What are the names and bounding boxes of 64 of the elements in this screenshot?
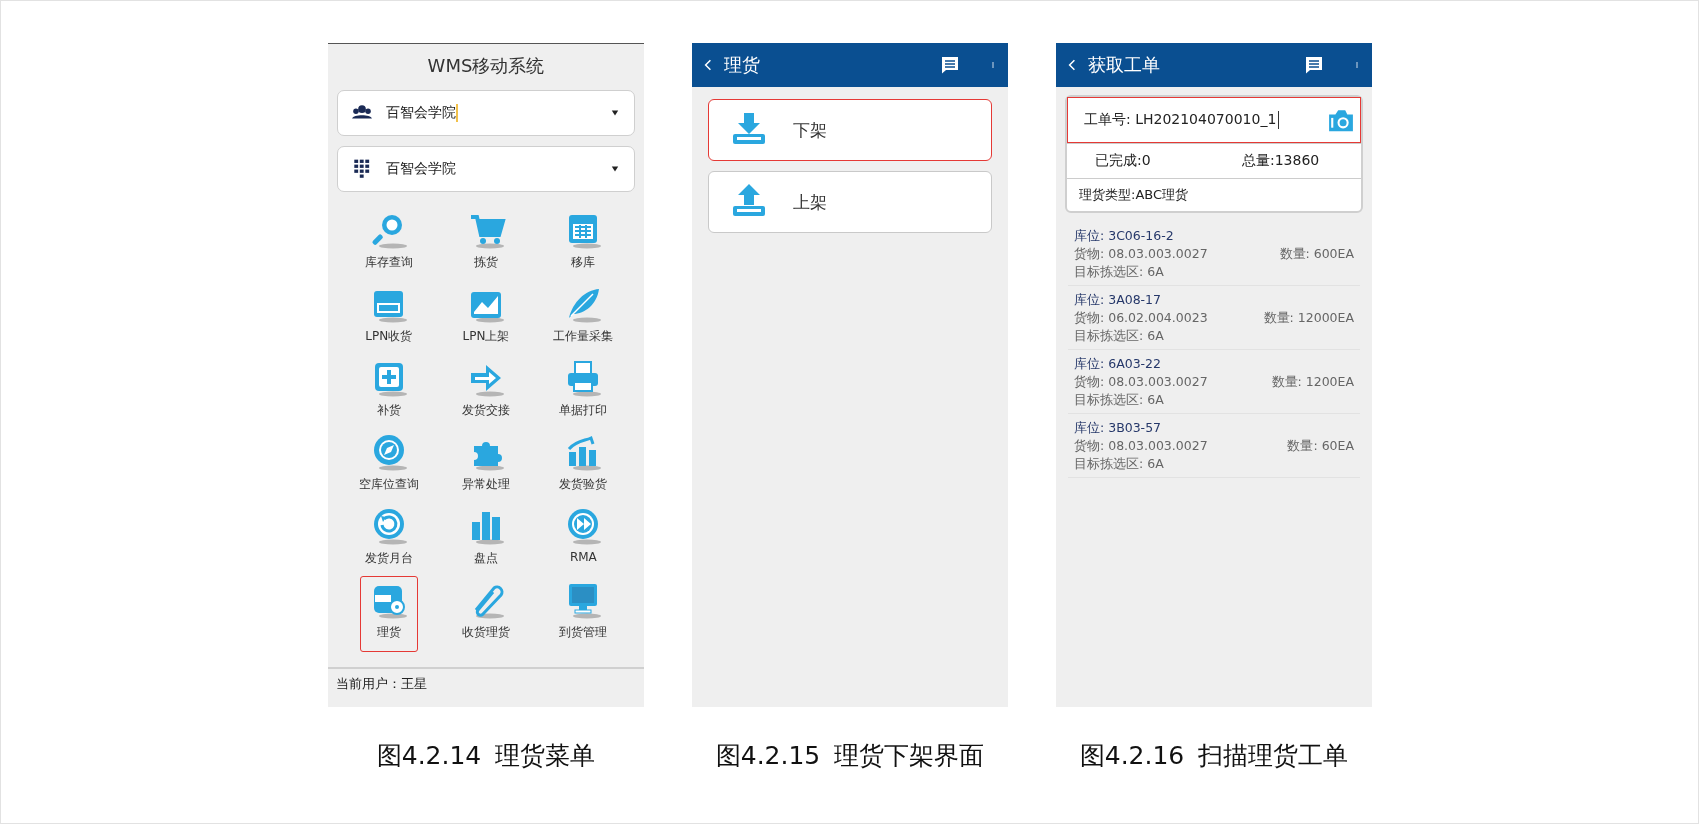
figure-number: 图4.2.14 xyxy=(376,740,482,772)
tally-type: 理货类型:ABC理货 xyxy=(1079,186,1189,204)
dropdown-value: 百智会学院 xyxy=(386,160,456,178)
zone-text: 目标拣选区: 6A xyxy=(1074,391,1165,409)
menu-item[interactable]: LPN收货 xyxy=(356,280,422,350)
option-button[interactable]: 下架 xyxy=(708,99,992,161)
goods-text: 货物: 06.02.004.0023 xyxy=(1074,309,1208,327)
completed-count: 已完成:0 xyxy=(1094,152,1152,170)
menu-item[interactable]: 工作量采集 xyxy=(544,280,623,350)
quantity-text: 数量: 60EA xyxy=(1287,437,1354,455)
caret-down-icon xyxy=(610,165,620,173)
figure-caption: 扫描理货工单 xyxy=(1198,740,1349,772)
menu-item[interactable]: 发货月台 xyxy=(355,502,422,572)
menu-item[interactable]: LPN上架 xyxy=(453,280,519,350)
menu-item[interactable]: 盘点 xyxy=(457,502,515,572)
menu-item[interactable]: 理货 xyxy=(359,576,418,652)
goods-text: 货物: 08.03.003.0027 xyxy=(1074,373,1208,391)
location-text: 库位: 3C06-16-2 xyxy=(1074,227,1175,245)
figure-caption: 理货下架界面 xyxy=(834,740,985,772)
menu-item[interactable]: 发货验货 xyxy=(550,428,617,498)
caret-down-icon xyxy=(610,109,620,117)
message-icon xyxy=(1304,55,1324,75)
goods-text: 货物: 08.03.003.0027 xyxy=(1074,245,1208,263)
zone-text: 目标拣选区: 6A xyxy=(1074,263,1165,281)
goods-text: 货物: 08.03.003.0027 xyxy=(1074,437,1208,455)
menu-item[interactable]: 空库位查询 xyxy=(349,428,428,498)
task-list-item[interactable]: 库位: 3C06-16-2 货物: 08.03.003.0027 数量: 600EA 目标拣选区: 6A xyxy=(1068,225,1360,286)
menu-item[interactable]: 补货 xyxy=(359,354,418,424)
quantity-text: 数量: 600EA xyxy=(1279,245,1354,263)
task-list-item[interactable]: 库位: 3A08-17 货物: 06.02.004.0023 数量: 12000EA 目标拣选区: 6A xyxy=(1068,289,1360,350)
menu-item[interactable]: 收货理货 xyxy=(453,576,519,646)
figure-number: 图4.2.15 xyxy=(715,740,821,772)
menu-item[interactable]: 库存查询 xyxy=(355,206,422,276)
location-text: 库位: 6A03-22 xyxy=(1074,355,1162,373)
quantity-text: 数量: 1200EA xyxy=(1271,373,1354,391)
menu-item[interactable]: 到货管理 xyxy=(550,576,617,646)
quantity-text: 数量: 12000EA xyxy=(1263,309,1354,327)
task-list-item[interactable]: 库位: 6A03-22 货物: 08.03.003.0027 数量: 1200EA 目标拣选区: 6A xyxy=(1068,353,1360,414)
location-text: 库位: 3A08-17 xyxy=(1074,291,1162,309)
order-number-field[interactable]: 工单号: LH202104070010_1 xyxy=(1067,97,1361,143)
dropdown-field[interactable]: 百智会学院 xyxy=(337,146,635,192)
figure-number: 图4.2.16 xyxy=(1079,740,1185,772)
zone-text: 目标拣选区: 6A xyxy=(1074,327,1165,345)
app-title: WMS移动系统 xyxy=(426,54,546,78)
screen-title: 获取工单 xyxy=(1088,53,1160,77)
menu-item[interactable]: 异常处理 xyxy=(453,428,519,498)
screen-title: 理货 xyxy=(724,53,760,77)
menu-item[interactable]: RMA xyxy=(554,502,613,569)
dropdown-field[interactable]: 百智会学院 xyxy=(337,90,635,136)
chevron-left-icon xyxy=(702,57,714,73)
menu-item[interactable]: 单据打印 xyxy=(550,354,617,424)
dropdown-value: 百智会学院 xyxy=(386,104,456,122)
figure-caption: 理货菜单 xyxy=(495,740,596,772)
current-user-text: 当前用户：王星 xyxy=(328,667,644,707)
task-list-item[interactable]: 库位: 3B03-57 货物: 08.03.003.0027 数量: 60EA 目标拣选区: 6A xyxy=(1068,417,1360,478)
total-quantity: 总量:13860 xyxy=(1241,152,1321,170)
chevron-left-icon xyxy=(1066,57,1078,73)
location-text: 库位: 3B03-57 xyxy=(1074,419,1163,437)
zone-text: 目标拣选区: 6A xyxy=(1074,455,1165,473)
menu-item[interactable]: 移库 xyxy=(554,206,613,276)
menu-item[interactable]: 拣货 xyxy=(457,206,515,276)
message-icon xyxy=(940,55,960,75)
menu-item[interactable]: 发货交接 xyxy=(453,354,519,424)
option-button[interactable]: 上架 xyxy=(708,171,992,233)
